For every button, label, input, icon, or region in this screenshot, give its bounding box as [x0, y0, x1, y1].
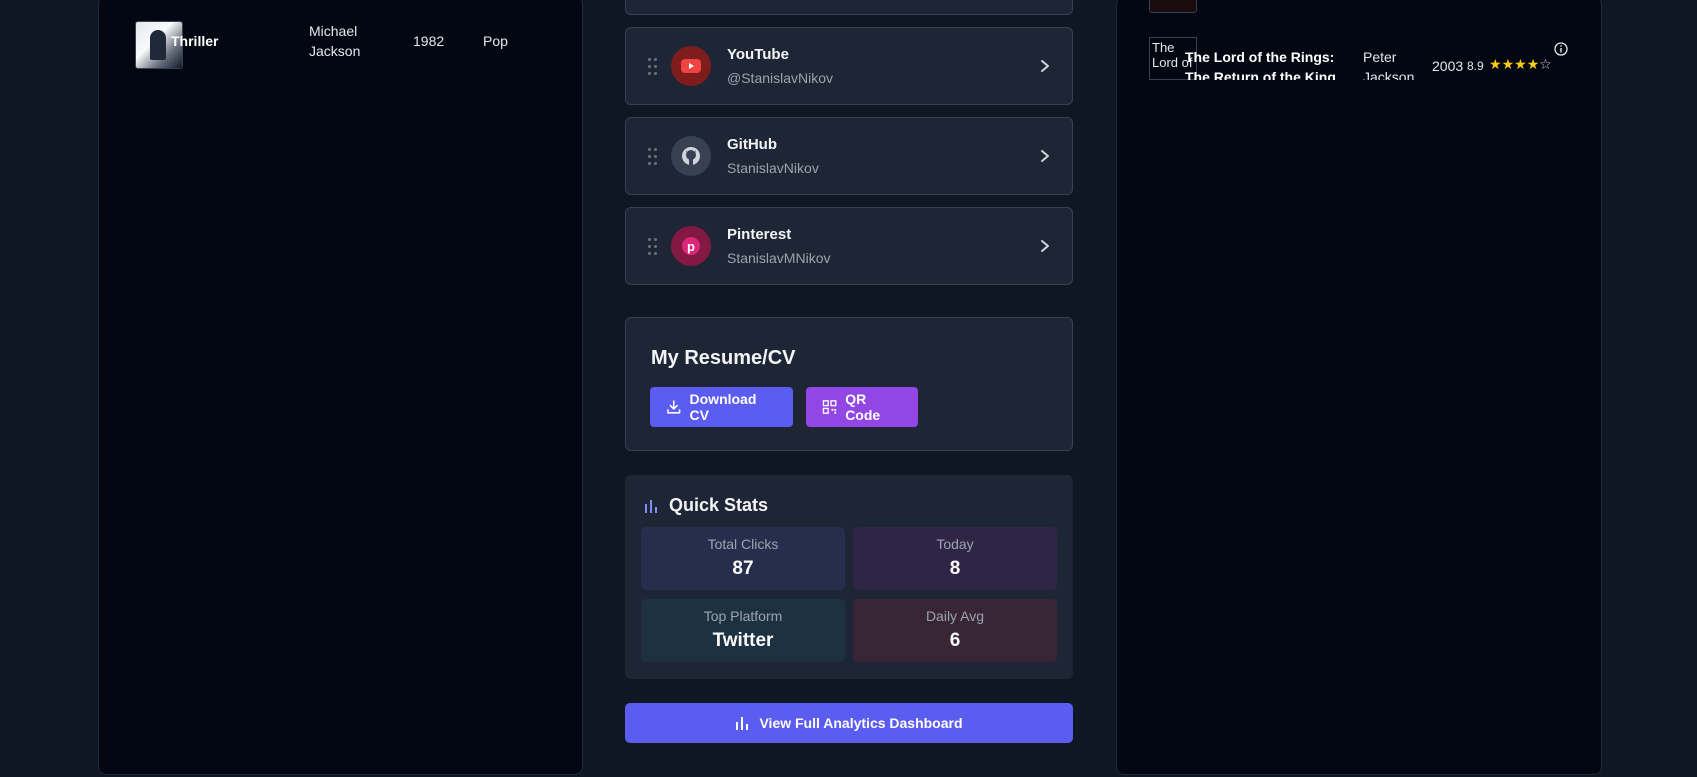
album-artist: Michael Jackson — [309, 23, 361, 59]
resume-title: My Resume/CV — [651, 347, 796, 369]
movies-panel: The Lord of The Lord of the Rings: The R… — [1116, 0, 1602, 775]
stat-label: Today — [936, 536, 974, 552]
movie-director — [1335, 0, 1375, 2]
quick-stats-card: Quick Stats Total Clicks 87 Today 8 Top … — [625, 475, 1073, 679]
drag-handle-icon[interactable] — [648, 238, 658, 256]
resume-card: My Resume/CV Download CV QR Code — [625, 317, 1073, 451]
stat-label: Daily Avg — [925, 608, 985, 624]
link-handle: @StanislavNikov — [727, 70, 834, 86]
movie-year: 2003 — [1432, 58, 1464, 74]
star-icon: ★ — [1526, 56, 1540, 72]
link-card-pinterest[interactable]: p Pinterest StanislavMNikov — [625, 207, 1073, 285]
view-analytics-label: View Full Analytics Dashboard — [759, 715, 963, 731]
link-platform: Pinterest — [727, 226, 792, 243]
chevron-right-icon — [1041, 150, 1049, 162]
info-icon[interactable] — [1554, 42, 1568, 56]
youtube-icon — [671, 46, 711, 86]
star-icon: ★ — [1501, 56, 1515, 72]
drag-handle-icon[interactable] — [648, 148, 658, 166]
drag-handle-icon[interactable] — [648, 58, 658, 76]
qr-code-label: QR Code — [845, 391, 881, 423]
stat-today: Today 8 — [853, 527, 1057, 590]
movie-title: The Lord of the Rings: The Return of the… — [1185, 49, 1336, 80]
download-cv-label: Download CV — [689, 391, 757, 423]
link-platform: YouTube — [727, 46, 789, 63]
stat-daily-avg: Daily Avg 6 — [853, 599, 1057, 662]
svg-text:p: p — [687, 239, 695, 254]
star-icon: ★ — [1514, 56, 1527, 72]
bar-chart-icon — [645, 500, 657, 513]
movie-row[interactable]: The Lord of The Lord of the Rings: The R… — [1149, 37, 1569, 80]
albums-panel: Thriller Michael Jackson 1982 Pop — [98, 0, 583, 775]
qr-code-icon — [822, 400, 837, 414]
stat-value: 8 — [949, 558, 961, 579]
view-analytics-button[interactable]: View Full Analytics Dashboard — [625, 703, 1073, 743]
quick-stats-title: Quick Stats — [669, 495, 769, 515]
github-icon — [671, 136, 711, 176]
link-platform: GitHub — [727, 136, 777, 153]
link-card-github[interactable]: GitHub StanislavNikov — [625, 117, 1073, 195]
stat-value: 87 — [732, 558, 754, 579]
link-handle: StanislavNikov — [727, 160, 819, 176]
stat-top-platform: Top Platform Twitter — [641, 599, 845, 662]
album-year: 1982 — [413, 33, 445, 49]
stat-value: 6 — [949, 630, 961, 651]
movie-director: Peter Jackson — [1363, 49, 1415, 80]
download-icon — [667, 400, 681, 414]
star-rating: ★★★★☆ — [1489, 56, 1552, 73]
chevron-right-icon — [1041, 240, 1049, 252]
link-handle: StanislavMNikov — [727, 250, 831, 266]
stat-value: Twitter — [712, 630, 774, 651]
link-card-partial[interactable] — [625, 0, 1073, 15]
link-card-youtube[interactable]: YouTube @StanislavNikov — [625, 27, 1073, 105]
star-empty-icon: ☆ — [1539, 56, 1552, 72]
album-title: Thriller — [171, 33, 219, 49]
download-cv-button[interactable]: Download CV — [650, 387, 793, 427]
bar-chart-icon — [736, 717, 749, 730]
chevron-right-icon — [1041, 60, 1049, 72]
pinterest-icon: p — [671, 226, 711, 266]
stat-label: Top Platform — [703, 608, 783, 624]
stat-label: Total Clicks — [707, 536, 779, 552]
album-row[interactable]: Thriller Michael Jackson 1982 Pop — [135, 21, 555, 69]
movie-rating: 8.9 — [1467, 59, 1484, 73]
star-icon: ★ — [1489, 56, 1502, 72]
movie-poster-image — [1149, 0, 1197, 13]
album-genre: Pop — [483, 33, 508, 49]
qr-code-button[interactable]: QR Code — [806, 387, 918, 427]
stat-total-clicks: Total Clicks 87 — [641, 527, 845, 590]
